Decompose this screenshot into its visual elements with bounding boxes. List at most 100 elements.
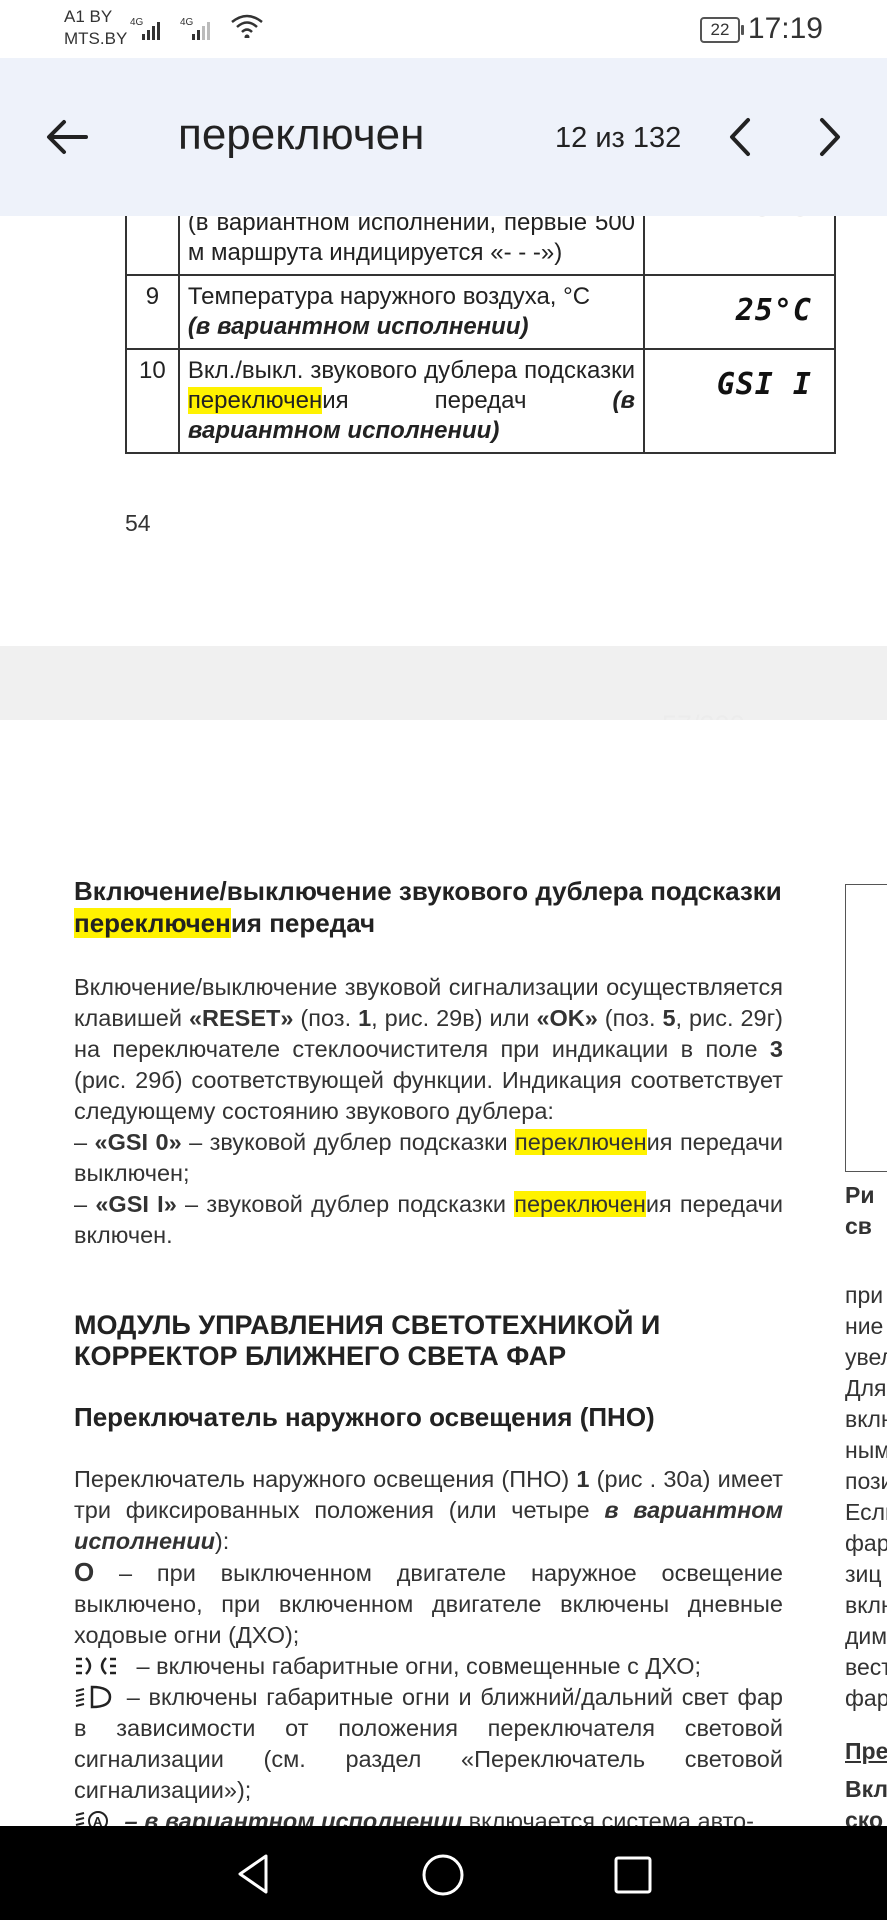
text: ние xyxy=(845,1313,884,1339)
back-arrow-icon[interactable] xyxy=(42,112,92,162)
row-description: Вкл./выкл. звукового дублера подсказки п… xyxy=(177,348,646,454)
text: увел xyxy=(845,1344,887,1370)
row-number: 9 xyxy=(125,274,180,350)
lcd-value: GSI I xyxy=(716,367,812,402)
text-bold: «OK» xyxy=(536,1005,598,1031)
auto-light-icon: A xyxy=(75,1811,108,1826)
status-bar: A1 BY MTS.BY 4G 4G 22 17:19 xyxy=(0,0,887,58)
text: (рис. 29б) соответствующей функции. Инди… xyxy=(74,1067,783,1124)
text: вест xyxy=(845,1654,887,1680)
chevron-right-icon[interactable] xyxy=(810,112,850,162)
figure-caption: Ри св xyxy=(845,1180,874,1242)
table-row: 10 Вкл./выкл. звукового дублера подсказк… xyxy=(125,348,836,454)
text: зиц xyxy=(845,1561,882,1587)
battery-level: 22 xyxy=(710,20,730,39)
figure-frame xyxy=(845,884,887,1172)
text-bold: Вкл xyxy=(845,1776,887,1802)
paragraph: Переключатель наружного освещения (ПНО) … xyxy=(74,1464,783,1826)
section-heading: Включение/выключение звукового дублера п… xyxy=(74,876,783,940)
svg-text:4G: 4G xyxy=(180,17,194,28)
subsection-heading: Переключатель наружного освещения (ПНО) xyxy=(74,1402,655,1432)
svg-text:A: A xyxy=(93,1814,103,1826)
text: дим xyxy=(845,1623,887,1649)
page-separator xyxy=(0,646,887,720)
text-bold: 1 xyxy=(576,1466,590,1492)
text: вклю xyxy=(845,1406,887,1432)
desc-variant: (в вариантном исполнении) xyxy=(187,313,529,340)
text: – включены габаритные огни, совмещенные … xyxy=(130,1653,702,1679)
carrier-line1: A1 BY xyxy=(64,7,113,26)
side-lights-icon xyxy=(76,1657,116,1675)
section-heading: МОДУЛЬ УПРАВЛЕНИЯ СВЕТОТЕХНИКОЙ И КОРРЕК… xyxy=(74,1310,661,1371)
text: , рис. 29в) или xyxy=(371,1005,537,1031)
nav-recents-icon[interactable] xyxy=(612,1854,654,1896)
text: Если xyxy=(845,1499,887,1525)
text: фар xyxy=(845,1530,887,1556)
caption-text: Ри xyxy=(845,1182,875,1208)
table-row: 9 Температура наружного воздуха, °С (в в… xyxy=(125,274,836,350)
text-bold: 1 xyxy=(358,1005,372,1031)
text-bold: «GSI 0» xyxy=(94,1129,182,1155)
heading-text: Включение/выключение звукового дублера п… xyxy=(74,876,782,906)
text: ным xyxy=(845,1437,887,1463)
chevron-left-icon[interactable] xyxy=(720,112,760,162)
battery-icon: 22 xyxy=(700,17,744,43)
lcd-value: 25°C xyxy=(735,293,812,328)
heading-text: ия передач xyxy=(230,908,376,938)
text-bold: «GSI I» xyxy=(95,1191,177,1217)
row-number: 10 xyxy=(125,348,180,454)
match-counter: 12 из 132 xyxy=(555,122,682,154)
text: при xyxy=(845,1282,884,1308)
text: Для xyxy=(845,1375,887,1401)
signal-icon: 4G xyxy=(130,17,160,40)
right-column-text: при ние увел Для вклю ным пози Если фар … xyxy=(845,1280,887,1714)
display-sample: 25°C xyxy=(643,274,836,350)
text: вклю xyxy=(845,1592,887,1618)
svg-text:4G: 4G xyxy=(130,17,144,28)
text: фар xyxy=(845,1685,887,1711)
display-sample: GSI I xyxy=(643,348,836,454)
signal-icon: 4G xyxy=(180,17,210,40)
text-bold: 3 xyxy=(769,1036,783,1062)
text-bold: «RESET» xyxy=(188,1005,294,1031)
text: – звуковой дублер подсказки xyxy=(176,1191,515,1217)
desc-text: Температура наружного воздуха, °С xyxy=(187,283,591,310)
search-highlight: переключен xyxy=(187,387,323,414)
text: пози xyxy=(845,1468,887,1494)
text: – при выключенном двигателе наружное осв… xyxy=(74,1560,783,1648)
nav-home-icon[interactable] xyxy=(420,1852,466,1898)
text: (поз. xyxy=(293,1005,359,1031)
system-nav-bar xyxy=(0,1826,887,1920)
carrier-label: A1 BY MTS.BY xyxy=(64,6,127,50)
text: включается система авто- xyxy=(462,1808,754,1826)
text: – звуковой дублер подсказки xyxy=(181,1129,516,1155)
search-highlight: переключен xyxy=(74,908,231,938)
text-bold-italic: – в вариантном исполнении xyxy=(118,1808,463,1826)
carrier-line2: MTS.BY xyxy=(64,29,128,48)
wifi-icon xyxy=(231,14,263,38)
desc-text: Вкл./выкл. звукового дублера подсказки xyxy=(187,357,636,384)
search-highlight: переключен xyxy=(514,1191,646,1217)
page-number: 54 xyxy=(125,510,151,536)
paragraph: Включение/выключение звуковой сигнализац… xyxy=(74,974,784,1248)
search-term[interactable]: переключен xyxy=(178,110,424,160)
text: ): xyxy=(214,1528,230,1554)
spec-table: (в вариантном исполнении, первые 500 м м… xyxy=(125,192,836,454)
document-page-54: (в вариантном исполнении, первые 500 м м… xyxy=(0,192,887,646)
position-key: О xyxy=(74,1557,95,1587)
nav-back-icon[interactable] xyxy=(232,1852,276,1896)
row-description: Температура наружного воздуха, °С (в вар… xyxy=(177,274,646,350)
text-bold: 5 xyxy=(662,1005,676,1031)
search-toolbar: переключен 12 из 132 xyxy=(0,58,887,216)
caption-text: св xyxy=(845,1213,872,1239)
text: (поз. xyxy=(597,1005,663,1031)
search-highlight: переключен xyxy=(515,1129,647,1155)
right-heading: Пре xyxy=(845,1738,887,1764)
clock: 17:19 xyxy=(747,12,823,45)
desc-text: ия передач xyxy=(322,387,613,414)
text-bold: ско xyxy=(845,1807,884,1826)
text: Переключатель наружного освещения (ПНО) xyxy=(74,1466,577,1492)
text: – включены габаритные огни и ближний/дал… xyxy=(74,1684,783,1803)
headlight-icon xyxy=(75,1685,112,1709)
right-bold-text: Вкл ско xyxy=(845,1774,887,1826)
